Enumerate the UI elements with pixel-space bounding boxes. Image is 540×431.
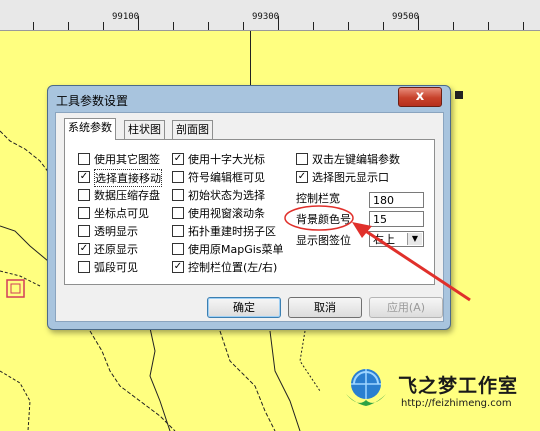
studio-name: 飞之梦工作室 (398, 375, 519, 397)
studio-url[interactable]: http://feizhimeng.com (401, 398, 512, 409)
highlight-ellipse (284, 205, 354, 231)
pointer-arrow-shaft (357, 224, 471, 302)
pointer-arrow-head (352, 222, 372, 238)
studio-logo-icon (346, 369, 386, 406)
annotation-overlay (284, 205, 471, 302)
tab-system-params[interactable]: 系统参数 (64, 118, 116, 140)
